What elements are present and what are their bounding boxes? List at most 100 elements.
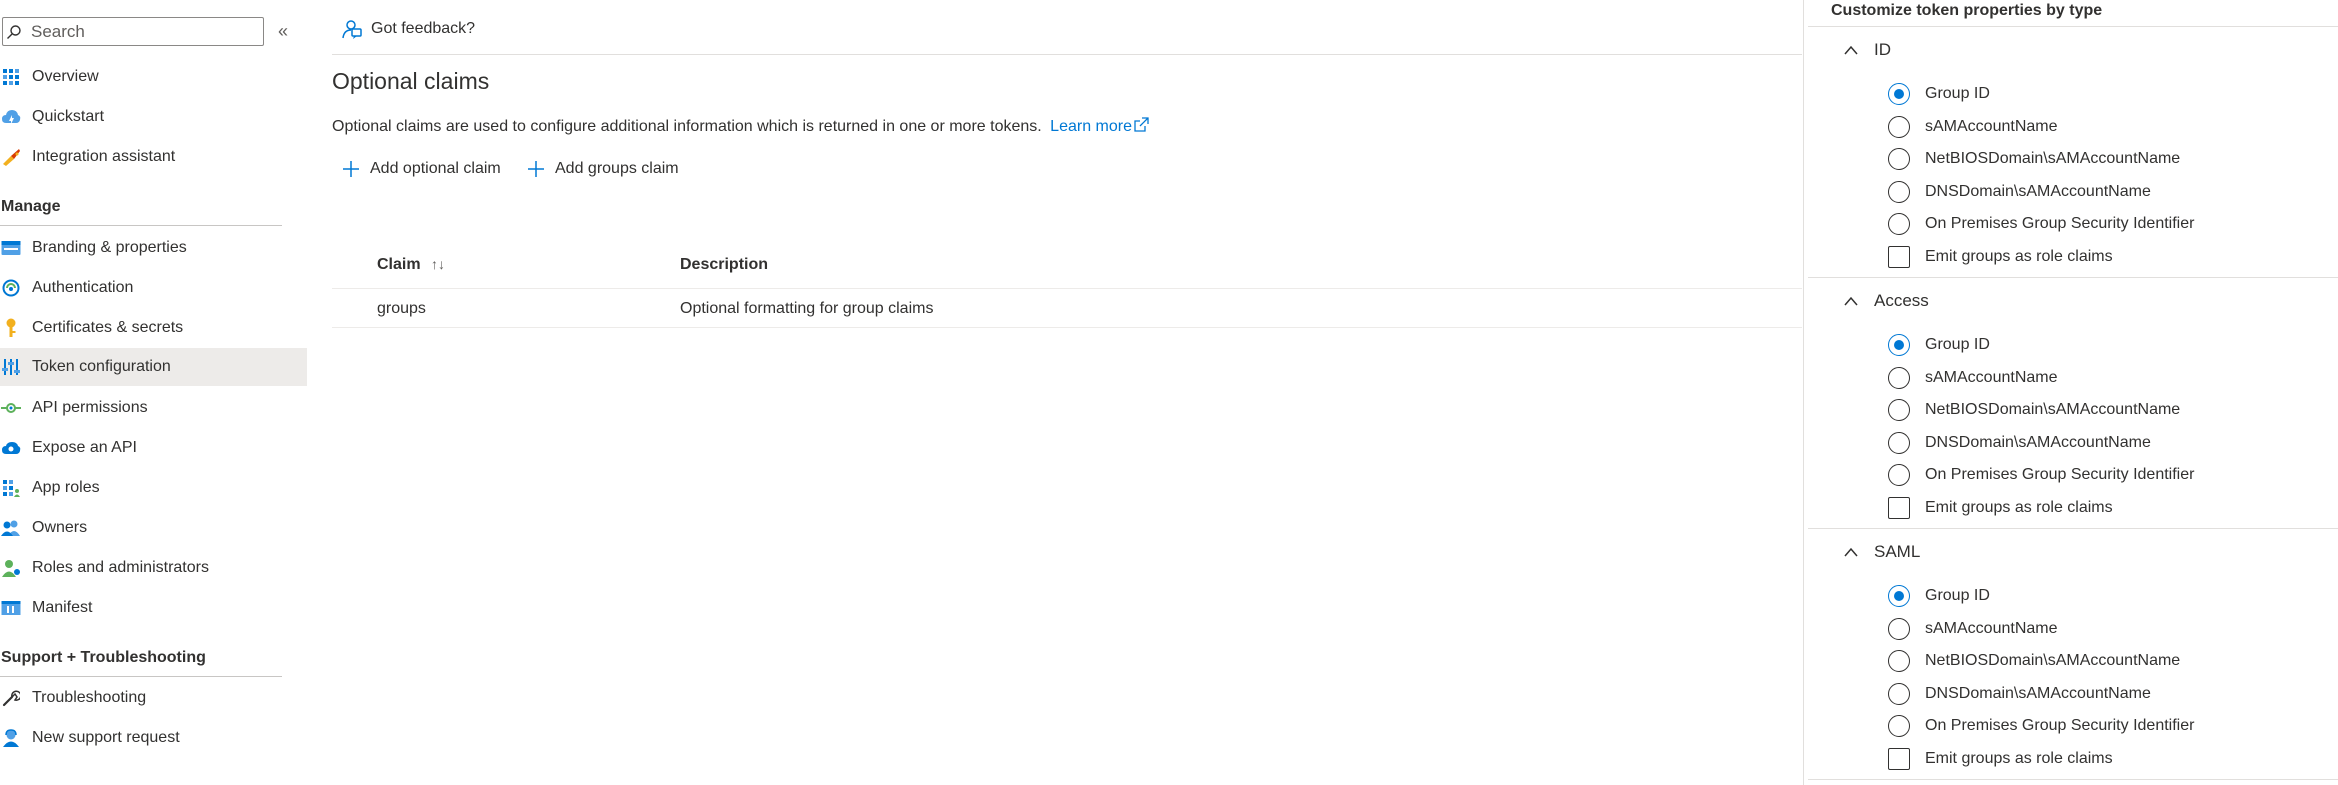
- sidebar-item-label: Troubleshooting: [32, 689, 147, 706]
- feedback-button[interactable]: Got feedback?: [340, 18, 475, 40]
- sidebar-item-token-configuration[interactable]: Token configuration: [0, 348, 307, 386]
- collapse-sidebar-icon[interactable]: «: [278, 21, 298, 41]
- sidebar-item-roles-admins[interactable]: Roles and administrators: [0, 550, 307, 586]
- radio-option-group-id[interactable]: Group ID: [1888, 82, 1990, 106]
- radio-button[interactable]: [1888, 213, 1910, 235]
- chevron-up-icon: [1844, 296, 1858, 306]
- chevron-up-icon: [1844, 547, 1858, 557]
- integration-assistant-icon: [0, 146, 22, 168]
- api-permissions-icon: [0, 397, 22, 419]
- group-header-id[interactable]: ID: [1844, 40, 1891, 60]
- radio-button[interactable]: [1888, 399, 1910, 421]
- group-header-saml[interactable]: SAML: [1844, 542, 1920, 562]
- radio-option-samaccountname[interactable]: sAMAccountName: [1888, 115, 2058, 139]
- radio-option-dnsdomain[interactable]: DNSDomain\sAMAccountName: [1888, 180, 2151, 204]
- sidebar-item-manifest[interactable]: Manifest: [0, 590, 307, 626]
- option-label: DNSDomain\sAMAccountName: [1925, 434, 2151, 451]
- add-groups-claim-button[interactable]: Add groups claim: [527, 160, 679, 178]
- group-header-access[interactable]: Access: [1844, 291, 1929, 311]
- sidebar-item-api-permissions[interactable]: API permissions: [0, 390, 307, 426]
- radio-option-group-id[interactable]: Group ID: [1888, 584, 1990, 608]
- radio-button[interactable]: [1888, 585, 1910, 607]
- radio-option-on-premises-sid[interactable]: On Premises Group Security Identifier: [1888, 463, 2194, 487]
- main-content: Got feedback? Optional claims Optional c…: [332, 0, 1802, 785]
- owners-icon: [0, 517, 22, 539]
- authentication-icon: [0, 277, 22, 299]
- radio-option-group-id[interactable]: Group ID: [1888, 333, 1990, 357]
- group-label: ID: [1874, 40, 1891, 59]
- radio-button[interactable]: [1888, 432, 1910, 454]
- support-section-title: Support + Troubleshooting: [1, 649, 206, 666]
- search-row: «: [0, 17, 300, 47]
- column-header-label: Claim: [377, 256, 421, 273]
- sidebar-item-label: Certificates & secrets: [32, 319, 184, 336]
- radio-button[interactable]: [1888, 367, 1910, 389]
- radio-button[interactable]: [1888, 464, 1910, 486]
- radio-button[interactable]: [1888, 148, 1910, 170]
- add-optional-claim-button[interactable]: Add optional claim: [342, 160, 501, 178]
- sidebar-item-authentication[interactable]: Authentication: [0, 270, 307, 306]
- sidebar-item-label: Overview: [32, 68, 99, 85]
- search-input[interactable]: [31, 21, 251, 43]
- radio-option-on-premises-sid[interactable]: On Premises Group Security Identifier: [1888, 714, 2194, 738]
- checkbox[interactable]: [1888, 246, 1910, 268]
- option-label: sAMAccountName: [1925, 118, 2058, 135]
- sidebar-item-expose-api[interactable]: Expose an API: [0, 430, 307, 466]
- checkbox[interactable]: [1888, 497, 1910, 519]
- sidebar-item-app-roles[interactable]: App roles: [0, 470, 307, 506]
- radio-button[interactable]: [1888, 116, 1910, 138]
- emit-groups-as-role-claims[interactable]: Emit groups as role claims: [1888, 245, 2113, 269]
- table-row[interactable]: groups Optional formatting for group cla…: [374, 300, 1804, 330]
- radio-option-netbios[interactable]: NetBIOSDomain\sAMAccountName: [1888, 147, 2180, 171]
- learn-more-link[interactable]: Learn more: [1050, 117, 1149, 137]
- emit-groups-as-role-claims[interactable]: Emit groups as role claims: [1888, 496, 2113, 520]
- radio-option-dnsdomain[interactable]: DNSDomain\sAMAccountName: [1888, 682, 2151, 706]
- radio-button[interactable]: [1888, 715, 1910, 737]
- radio-option-samaccountname[interactable]: sAMAccountName: [1888, 366, 2058, 390]
- page-title: Optional claims: [332, 68, 490, 94]
- search-box[interactable]: [2, 17, 264, 46]
- radio-option-on-premises-sid[interactable]: On Premises Group Security Identifier: [1888, 212, 2194, 236]
- sidebar-item-branding[interactable]: Branding & properties: [0, 230, 307, 266]
- external-link-icon: [1134, 117, 1149, 137]
- radio-option-netbios[interactable]: NetBIOSDomain\sAMAccountName: [1888, 649, 2180, 673]
- radio-option-samaccountname[interactable]: sAMAccountName: [1888, 617, 2058, 641]
- radio-button[interactable]: [1888, 683, 1910, 705]
- option-label: Group ID: [1925, 587, 1990, 604]
- option-label: On Premises Group Security Identifier: [1925, 215, 2195, 232]
- divider: [332, 327, 1802, 328]
- description-text: Optional claims are used to configure ad…: [332, 117, 1149, 137]
- feedback-icon: [342, 20, 362, 39]
- option-label: NetBIOSDomain\sAMAccountName: [1925, 150, 2181, 167]
- sort-icon[interactable]: ↑↓: [431, 256, 445, 272]
- radio-button[interactable]: [1888, 181, 1910, 203]
- radio-button[interactable]: [1888, 83, 1910, 105]
- sidebar-item-label: Integration assistant: [32, 148, 176, 165]
- add-icon: [528, 161, 544, 177]
- divider: [1808, 528, 2338, 529]
- table-header: Claim ↑↓ Description: [374, 256, 1804, 290]
- sidebar-item-owners[interactable]: Owners: [0, 510, 307, 546]
- checkbox[interactable]: [1888, 748, 1910, 770]
- radio-button[interactable]: [1888, 650, 1910, 672]
- option-label: DNSDomain\sAMAccountName: [1925, 183, 2151, 200]
- sidebar-item-integration-assistant[interactable]: Integration assistant: [0, 139, 307, 175]
- support-request-icon: [0, 727, 22, 749]
- column-header-claim[interactable]: Claim ↑↓: [377, 256, 445, 274]
- option-label: sAMAccountName: [1925, 620, 2058, 637]
- sidebar-item-new-support-request[interactable]: New support request: [0, 720, 307, 756]
- sidebar-item-label: Owners: [32, 519, 88, 536]
- manifest-icon: [0, 597, 22, 619]
- sidebar-item-overview[interactable]: Overview: [0, 59, 307, 95]
- radio-button[interactable]: [1888, 334, 1910, 356]
- option-label: Group ID: [1925, 85, 1990, 102]
- sidebar-item-quickstart[interactable]: Quickstart: [0, 99, 307, 135]
- radio-option-netbios[interactable]: NetBIOSDomain\sAMAccountName: [1888, 398, 2180, 422]
- sidebar-item-certificates[interactable]: Certificates & secrets: [0, 310, 307, 346]
- emit-groups-as-role-claims[interactable]: Emit groups as role claims: [1888, 747, 2113, 771]
- overview-icon: [0, 66, 22, 88]
- radio-option-dnsdomain[interactable]: DNSDomain\sAMAccountName: [1888, 431, 2151, 455]
- key-icon: [0, 317, 22, 339]
- sidebar-item-troubleshooting[interactable]: Troubleshooting: [0, 680, 307, 716]
- radio-button[interactable]: [1888, 618, 1910, 640]
